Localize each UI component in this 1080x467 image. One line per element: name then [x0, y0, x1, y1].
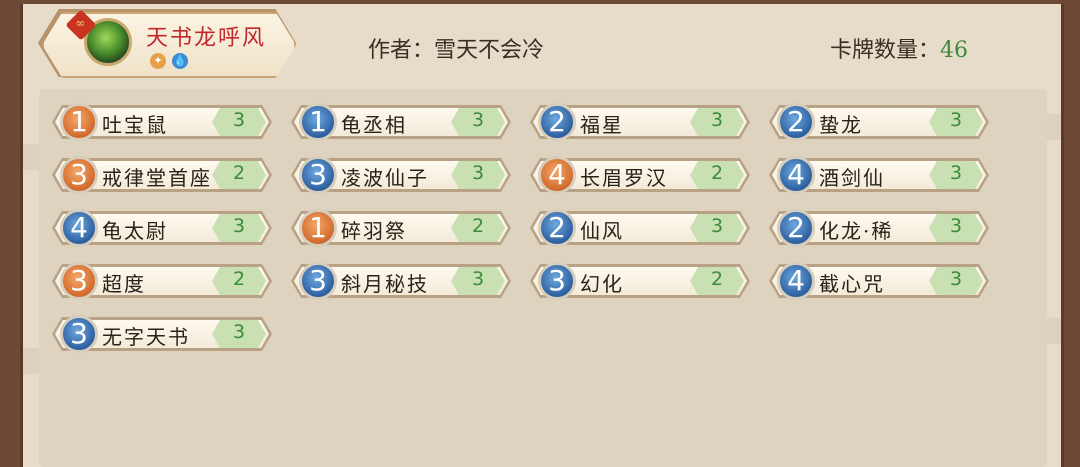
card-name: 斜月秘技 — [341, 272, 429, 296]
card-name: 龟丞相 — [341, 113, 407, 137]
fire-element-icon: ✦ — [150, 53, 166, 69]
card-cost-badge: 3 — [60, 262, 98, 300]
card-name: 无字天书 — [102, 325, 190, 349]
card-count: 3 — [471, 109, 485, 131]
card-count: 2 — [710, 162, 724, 184]
card-cost-badge: 1 — [299, 209, 337, 247]
card-item[interactable]: 1 龟丞相 3 — [291, 103, 511, 141]
card-cost-badge: 2 — [777, 209, 815, 247]
card-cost-badge: 2 — [538, 103, 576, 141]
card-cost-badge: 1 — [60, 103, 98, 141]
card-count: 2 — [232, 268, 246, 290]
card-item[interactable]: 3 戒律堂首座 2 — [52, 156, 272, 194]
card-item[interactable]: 4 长眉罗汉 2 — [530, 156, 750, 194]
card-item[interactable]: 4 酒剑仙 3 — [769, 156, 989, 194]
card-count-label: 卡牌数量：46 — [830, 32, 968, 64]
water-element-icon: 💧 — [172, 53, 188, 69]
author-label: 作者：雪天不会冷 — [368, 38, 545, 63]
card-item[interactable]: 4 截心咒 3 — [769, 262, 989, 300]
card-item[interactable]: 3 无字天书 3 — [52, 315, 272, 353]
card-count: 3 — [471, 268, 485, 290]
card-name: 戒律堂首座 — [102, 166, 212, 190]
card-cost-badge: 4 — [777, 262, 815, 300]
card-name: 龟太尉 — [102, 219, 168, 243]
card-count: 3 — [232, 109, 246, 131]
card-count: 3 — [949, 109, 963, 131]
card-cost-badge: 4 — [538, 156, 576, 194]
card-count: 3 — [471, 162, 485, 184]
card-name: 福星 — [580, 113, 624, 137]
card-name: 吐宝鼠 — [102, 113, 168, 137]
card-cost-badge: 3 — [60, 156, 98, 194]
card-count: 3 — [710, 215, 724, 237]
card-item[interactable]: 3 幻化 2 — [530, 262, 750, 300]
card-item[interactable]: 1 碎羽祭 2 — [291, 209, 511, 247]
card-name: 蛰龙 — [819, 113, 863, 137]
card-cost-badge: 3 — [538, 262, 576, 300]
card-cost-badge: 3 — [60, 315, 98, 353]
card-count: 3 — [949, 162, 963, 184]
card-item[interactable]: 2 仙风 3 — [530, 209, 750, 247]
card-name: 凌波仙子 — [341, 166, 429, 190]
card-item[interactable]: 3 斜月秘技 3 — [291, 262, 511, 300]
card-name: 仙风 — [580, 219, 624, 243]
card-name: 碎羽祭 — [341, 219, 407, 243]
card-count: 3 — [232, 321, 246, 343]
card-name: 化龙·稀 — [819, 219, 894, 243]
card-name: 酒剑仙 — [819, 166, 885, 190]
card-count-caption: 卡牌数量： — [830, 38, 941, 63]
card-item[interactable]: 1 吐宝鼠 3 — [52, 103, 272, 141]
card-cost-badge: 1 — [299, 103, 337, 141]
card-item[interactable]: 2 化龙·稀 3 — [769, 209, 989, 247]
deck-name: 天书龙呼风 — [146, 26, 267, 51]
card-count: 2 — [710, 268, 724, 290]
card-count: 3 — [710, 109, 724, 131]
card-cost-badge: 2 — [538, 209, 576, 247]
card-count: 2 — [471, 215, 485, 237]
card-cost-badge: 3 — [299, 156, 337, 194]
card-item[interactable]: 3 凌波仙子 3 — [291, 156, 511, 194]
card-cost-badge: 4 — [60, 209, 98, 247]
card-count-value: 46 — [940, 38, 969, 63]
card-cost-badge: 4 — [777, 156, 815, 194]
card-item[interactable]: 4 龟太尉 3 — [52, 209, 272, 247]
card-item[interactable]: 3 超度 2 — [52, 262, 272, 300]
card-item[interactable]: 2 蛰龙 3 — [769, 103, 989, 141]
card-cost-badge: 2 — [777, 103, 815, 141]
card-item[interactable]: 2 福星 3 — [530, 103, 750, 141]
card-count: 3 — [949, 215, 963, 237]
card-name: 长眉罗汉 — [580, 166, 668, 190]
card-count: 3 — [949, 268, 963, 290]
card-count: 2 — [232, 162, 246, 184]
card-cost-badge: 3 — [299, 262, 337, 300]
card-count: 3 — [232, 215, 246, 237]
card-name: 超度 — [102, 272, 146, 296]
card-name: 幻化 — [580, 272, 624, 296]
card-name: 截心咒 — [819, 272, 885, 296]
